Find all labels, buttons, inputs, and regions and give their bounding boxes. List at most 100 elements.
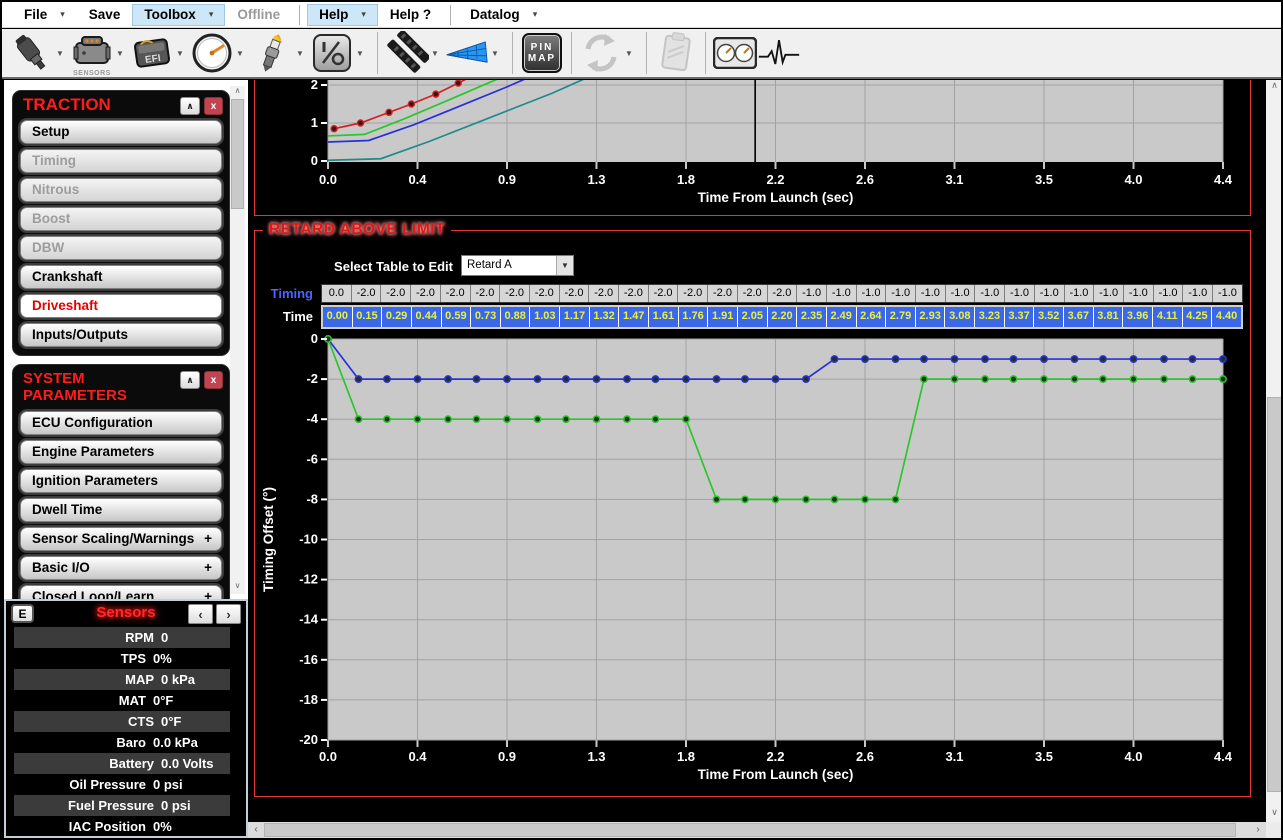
timing-cell[interactable]: -1.0 — [1094, 285, 1124, 302]
timing-cell[interactable]: -1.0 — [886, 285, 916, 302]
fuel-injector-dropdown-arrow[interactable]: ▼ — [54, 31, 66, 75]
timing-cell[interactable]: -2.0 — [678, 285, 708, 302]
vertical-scrollbar[interactable]: ∧ ∨ — [1266, 80, 1283, 822]
chevron-down-icon[interactable]: ▼ — [556, 256, 573, 275]
fuel-injector-icon[interactable] — [10, 31, 54, 75]
gauge-icon[interactable] — [190, 31, 234, 75]
time-cell[interactable]: 1.32 — [590, 307, 620, 327]
dashboard-gauges-icon[interactable] — [713, 31, 757, 75]
sensors-connector-icon[interactable]: SENSORS — [70, 31, 114, 75]
sidebar-item-sensor-scaling-warnings[interactable]: Sensor Scaling/Warnings+ — [20, 527, 222, 551]
timing-cell[interactable]: -2.0 — [471, 285, 501, 302]
sensors-next-button[interactable]: › — [216, 604, 241, 624]
launch-chart[interactable]: 0.00.40.91.31.82.22.63.13.54.04.4Time Fr… — [255, 80, 1250, 214]
datalog-pulse-icon[interactable] — [757, 31, 801, 75]
time-cell[interactable]: 0.59 — [442, 307, 472, 327]
scroll-left-arrow[interactable]: ‹ — [248, 822, 264, 838]
sidebar-item-driveshaft[interactable]: Driveshaft — [20, 294, 222, 318]
time-cell[interactable]: 3.23 — [975, 307, 1005, 327]
timing-cell[interactable]: -1.0 — [1005, 285, 1035, 302]
scroll-down-arrow[interactable]: ∨ — [230, 581, 245, 594]
menu-item-file[interactable]: File▾ — [12, 4, 77, 26]
close-panel-button[interactable]: x — [204, 97, 223, 115]
pin-map-button[interactable]: PINMAP — [520, 31, 564, 75]
timing-cell[interactable]: -1.0 — [1154, 285, 1184, 302]
timing-cell[interactable]: -1.0 — [1065, 285, 1095, 302]
chevron-down-icon[interactable]: ▾ — [209, 9, 214, 20]
timing-cell[interactable]: -1.0 — [827, 285, 857, 302]
menu-item-datalog[interactable]: Datalog▾ — [458, 4, 549, 26]
sidebar-item-closed-loop-learn[interactable]: Closed Loop/Learn+ — [20, 585, 222, 599]
io-dropdown-arrow[interactable]: ▼ — [354, 31, 366, 75]
timing-cell[interactable]: -2.0 — [352, 285, 382, 302]
scroll-down-arrow[interactable]: ∨ — [1266, 807, 1283, 822]
menu-item-help[interactable]: Help ? — [378, 4, 443, 26]
expand-plus-icon[interactable]: + — [204, 586, 212, 599]
time-cell[interactable]: 1.17 — [560, 307, 590, 327]
menu-item-offline[interactable]: Offline — [225, 4, 292, 26]
time-cell[interactable]: 3.37 — [1005, 307, 1035, 327]
spark-plug-icon[interactable] — [250, 31, 294, 75]
time-cell[interactable]: 2.20 — [768, 307, 798, 327]
scrollbar-thumb[interactable] — [1267, 397, 1282, 792]
timing-cell[interactable]: -2.0 — [441, 285, 471, 302]
time-cell[interactable]: 3.67 — [1064, 307, 1094, 327]
spark-plug-dropdown-arrow[interactable]: ▼ — [294, 31, 306, 75]
timing-cell[interactable]: -2.0 — [560, 285, 590, 302]
timing-cell[interactable]: -2.0 — [589, 285, 619, 302]
table-mesh-icon[interactable] — [445, 31, 489, 75]
notes-clipboard-icon[interactable] — [654, 31, 698, 75]
timing-cell[interactable]: -1.0 — [975, 285, 1005, 302]
time-cell[interactable]: 3.52 — [1034, 307, 1064, 327]
timing-cell[interactable]: -2.0 — [649, 285, 679, 302]
time-cell[interactable]: 3.08 — [945, 307, 975, 327]
timing-cell[interactable]: -1.0 — [797, 285, 827, 302]
gauge-dropdown-arrow[interactable]: ▼ — [234, 31, 246, 75]
expand-plus-icon[interactable]: + — [204, 557, 212, 579]
time-cell[interactable]: 0.44 — [412, 307, 442, 327]
timing-cell[interactable]: -1.0 — [916, 285, 946, 302]
time-cell[interactable]: 4.11 — [1153, 307, 1183, 327]
sync-icon[interactable] — [579, 31, 623, 75]
time-cell[interactable]: 3.81 — [1094, 307, 1124, 327]
sync-dropdown-arrow[interactable]: ▼ — [623, 31, 635, 75]
time-cell[interactable]: 2.79 — [886, 307, 916, 327]
timing-cell[interactable]: -2.0 — [708, 285, 738, 302]
tire-traction-icon[interactable] — [385, 31, 429, 75]
time-cell[interactable]: 2.93 — [916, 307, 946, 327]
time-cell[interactable]: 2.49 — [827, 307, 857, 327]
mesh-dropdown-arrow[interactable]: ▼ — [489, 31, 501, 75]
menu-item-toolbox[interactable]: Toolbox▾ — [132, 4, 225, 26]
scrollbar-thumb[interactable] — [231, 99, 244, 209]
sidebar-item-engine-parameters[interactable]: Engine Parameters — [20, 440, 222, 464]
time-cell[interactable]: 3.96 — [1123, 307, 1153, 327]
timing-cell[interactable]: -1.0 — [1183, 285, 1213, 302]
time-cell[interactable]: 2.35 — [797, 307, 827, 327]
menu-item-help[interactable]: Help▾ — [307, 4, 378, 26]
sensors-dropdown-arrow[interactable]: ▼ — [114, 31, 126, 75]
time-cell[interactable]: 1.91 — [708, 307, 738, 327]
time-cell[interactable]: 4.40 — [1212, 307, 1241, 327]
timing-cell[interactable]: -1.0 — [1213, 285, 1242, 302]
ecu-dropdown-arrow[interactable]: ▼ — [174, 31, 186, 75]
menu-item-save[interactable]: Save — [77, 4, 133, 26]
time-cell[interactable]: 1.76 — [679, 307, 709, 327]
sidebar-scrollbar[interactable]: ∧ ∨ — [230, 86, 245, 594]
time-cell[interactable]: 0.29 — [382, 307, 412, 327]
retard-chart[interactable]: 0-2-4-6-8-10-12-14-16-18-200.00.40.91.31… — [255, 331, 1250, 797]
collapse-panel-button[interactable]: ∧ — [180, 371, 200, 389]
timing-cell[interactable]: -1.0 — [857, 285, 887, 302]
time-cell[interactable]: 2.64 — [857, 307, 887, 327]
scroll-up-arrow[interactable]: ∧ — [230, 86, 245, 99]
timing-cell[interactable]: 0.0 — [322, 285, 352, 302]
sidebar-item-crankshaft[interactable]: Crankshaft — [20, 265, 222, 289]
timing-cell[interactable]: -2.0 — [381, 285, 411, 302]
time-cell[interactable]: 1.47 — [619, 307, 649, 327]
close-panel-button[interactable]: x — [204, 371, 223, 389]
sidebar-item-dwell-time[interactable]: Dwell Time — [20, 498, 222, 522]
timing-cell[interactable]: -1.0 — [1124, 285, 1154, 302]
expand-plus-icon[interactable]: + — [204, 528, 212, 550]
tire-dropdown-arrow[interactable]: ▼ — [429, 31, 441, 75]
collapse-panel-button[interactable]: ∧ — [180, 97, 200, 115]
sensors-prev-button[interactable]: ‹ — [188, 604, 213, 624]
